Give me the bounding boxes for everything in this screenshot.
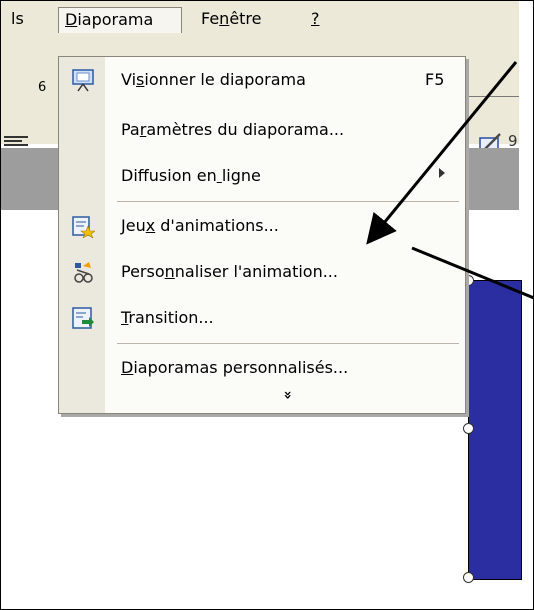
menu-help[interactable]: ? (305, 7, 326, 33)
custom-animation-icon (74, 262, 93, 283)
menu-item-diaporamas-perso[interactable]: Diaporamas personnalisés... (59, 349, 465, 387)
menu-item-jeux[interactable]: Jeux d'animations... (59, 207, 465, 245)
slideshow-screen-icon (72, 69, 94, 92)
diaporama-dropdown-menu: Visionner le diaporama F5 Paramètres du … (58, 56, 466, 414)
menu-bar: ls Diaporama Fenêtre ? (1, 1, 519, 35)
menubar-label: Diaporama (65, 10, 154, 29)
menu-item-diffusion[interactable]: Diffusion en ligne (59, 157, 465, 195)
resize-handle[interactable] (463, 423, 474, 434)
shortcut-label: F5 (425, 70, 445, 89)
animation-schemes-icon (72, 216, 95, 238)
font-size-box[interactable]: 6 (38, 80, 46, 95)
menubar-label: Fenêtre (201, 9, 262, 28)
menu-separator (117, 343, 459, 344)
menu-item-transition[interactable]: Transition... (59, 299, 465, 337)
menu-item-label: Transition... (121, 308, 214, 327)
transition-icon (72, 307, 94, 329)
menu-diaporama[interactable]: Diaporama (58, 7, 182, 33)
menu-separator (117, 201, 459, 202)
menu-item-personnaliser[interactable]: Personnaliser l'animation... (59, 253, 465, 291)
resize-handle[interactable] (463, 572, 474, 583)
menu-item-label: Visionner le diaporama (121, 70, 306, 89)
menu-item-label: Diffusion en ligne (121, 166, 261, 185)
slide-shape[interactable] (468, 280, 522, 580)
menu-item-visionner[interactable]: Visionner le diaporama F5 (59, 61, 465, 99)
menu-item-label: Jeux d'animations... (121, 216, 279, 235)
menu-item-label: Paramètres du diaporama... (121, 120, 345, 139)
menu-outils[interactable]: ls (5, 7, 30, 33)
submenu-arrow-icon (439, 168, 445, 178)
menu-item-parametres[interactable]: Paramètres du diaporama... (59, 111, 465, 149)
toolbar-divider (460, 96, 519, 97)
menu-fenetre[interactable]: Fenêtre (195, 7, 268, 33)
menubar-label: ? (311, 9, 320, 28)
expand-menu-chevron-icon[interactable]: » (280, 390, 296, 399)
menu-item-label: Diaporamas personnalisés... (121, 358, 349, 377)
menu-item-label: Personnaliser l'animation... (121, 262, 338, 281)
menubar-label: ls (11, 9, 24, 28)
